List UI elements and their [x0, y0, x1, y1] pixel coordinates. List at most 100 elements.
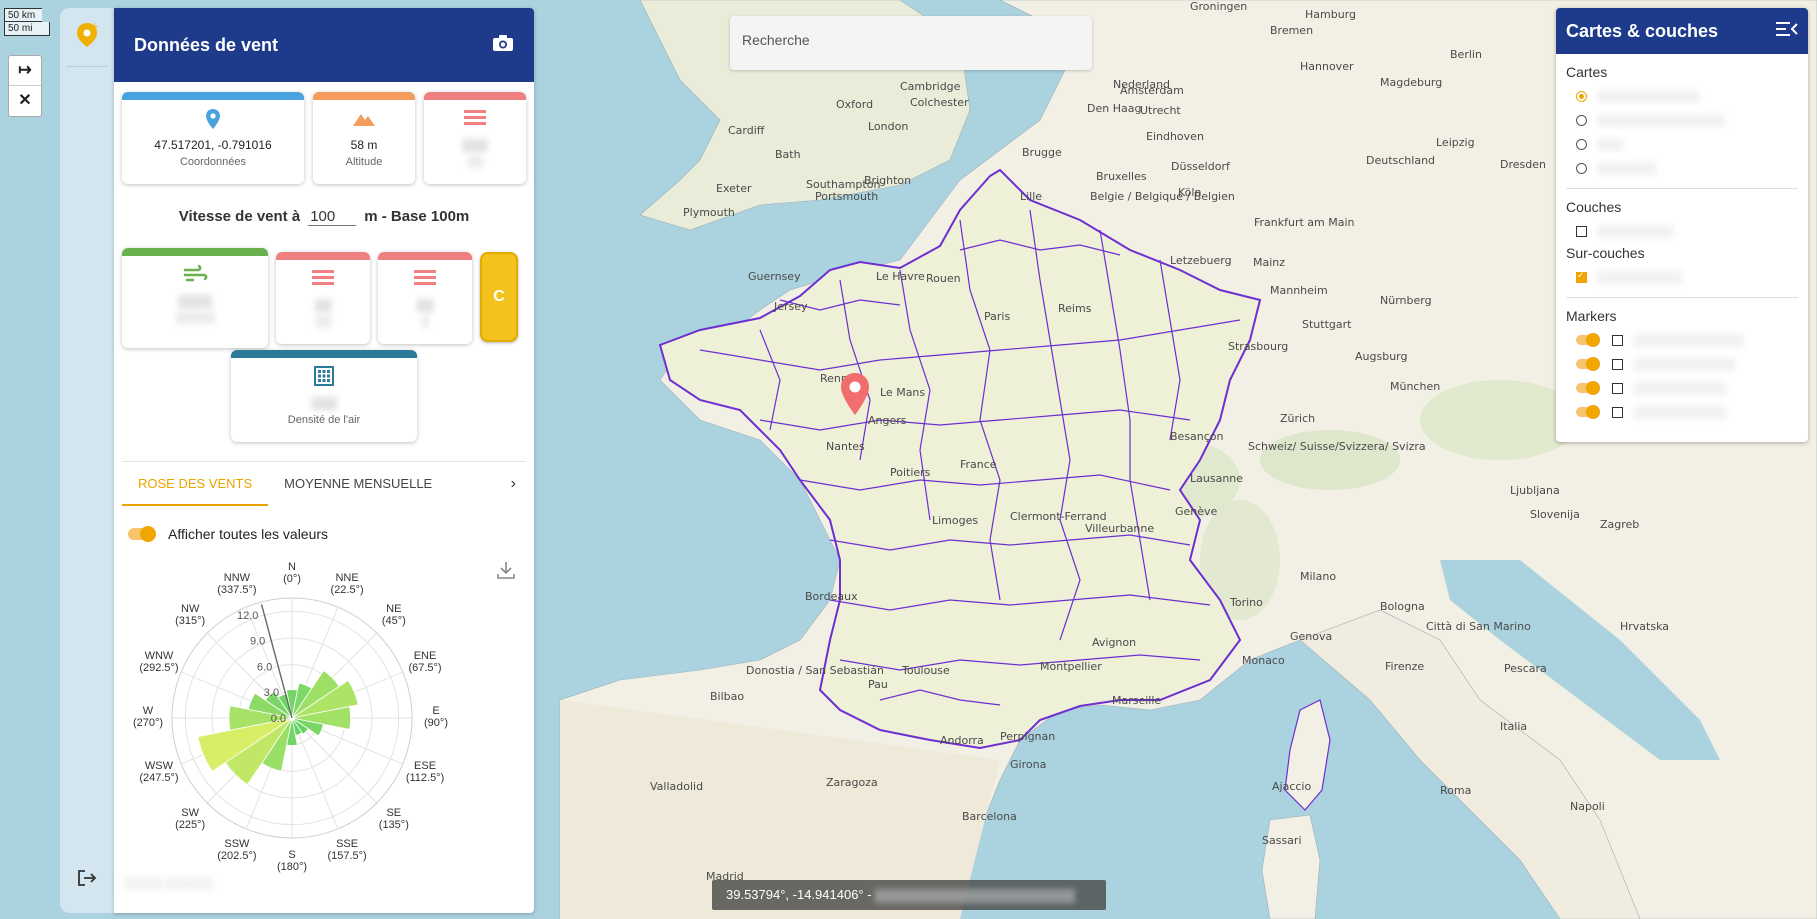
marker-option[interactable]: ░░░░░░░░░░░░░ — [1566, 328, 1798, 352]
checkbox[interactable] — [1612, 382, 1623, 394]
blurred-label: ░░░░░░░ — [1597, 161, 1657, 175]
marker-toggle[interactable] — [1576, 405, 1600, 419]
map-label: Rouen — [926, 272, 961, 285]
hidden-metric-card[interactable]: ░░░ ░░ — [424, 92, 526, 184]
map-label: Leipzig — [1436, 136, 1475, 149]
layers-section-title: Couches — [1566, 199, 1622, 215]
layers-header: Cartes & couches — [1556, 8, 1808, 54]
map-label: München — [1390, 380, 1441, 393]
map-label: London — [868, 120, 909, 133]
radio[interactable] — [1576, 138, 1587, 150]
map-label: Stuttgart — [1302, 318, 1352, 331]
direction-label: NE (45°) — [382, 603, 406, 627]
tab-monthly-average[interactable]: MOYENNE MENSUELLE — [268, 462, 448, 506]
map-label: Hannover — [1300, 60, 1354, 73]
direction-label: SSE (157.5°) — [327, 838, 366, 862]
direction-label: E (90°) — [424, 705, 448, 729]
camera-icon[interactable] — [492, 34, 514, 57]
overlays-section-title: Sur-couches — [1566, 245, 1645, 261]
checkbox-checked[interactable] — [1576, 270, 1587, 283]
radio[interactable] — [1576, 114, 1587, 126]
hidden-metric-card[interactable]: ░░ ░░ — [276, 252, 370, 344]
marker-toggle[interactable] — [1576, 357, 1600, 371]
chevron-right-icon[interactable]: › — [511, 475, 516, 493]
checkbox[interactable] — [1576, 225, 1587, 237]
add-pin-icon[interactable]: + — [76, 22, 99, 48]
map-label: Bremen — [1270, 24, 1314, 37]
blurred-label: ░░░░░ — [175, 312, 215, 324]
tab-wind-rose[interactable]: ROSE DES VENTS — [122, 462, 269, 506]
blurred-value: ░░░ — [462, 138, 488, 152]
location-marker-icon[interactable] — [840, 372, 870, 421]
show-all-values-toggle[interactable] — [128, 526, 156, 542]
map-label: Strasbourg — [1228, 340, 1289, 353]
speed-suffix: m - Base 100m — [364, 208, 470, 225]
checkbox[interactable] — [1612, 358, 1623, 370]
expand-panel-button[interactable]: ↦ — [9, 56, 41, 86]
wind-class-letter: C — [493, 288, 505, 305]
direction-label: NNW (337.5°) — [217, 572, 256, 596]
close-panel-button[interactable]: ✕ — [9, 86, 41, 116]
wind-speed-card[interactable]: ░░░░ ░░░░░ — [122, 248, 268, 348]
logout-icon[interactable] — [76, 868, 98, 893]
checkbox[interactable] — [1612, 334, 1623, 346]
map-label: Oxford — [836, 98, 874, 111]
map-label: Plymouth — [683, 206, 735, 219]
blurred-label: ░░ — [315, 316, 331, 328]
cursor-coordinates: 39.53794°, -14.941406° - — [712, 880, 1106, 910]
wind-class-badge[interactable]: C — [480, 252, 518, 342]
direction-label: WSW (247.5°) — [139, 760, 178, 784]
collapse-menu-icon[interactable] — [1776, 21, 1798, 42]
blurred-label: ░ — [421, 316, 429, 328]
map-option[interactable]: ░░░░░░░ — [1566, 156, 1798, 180]
map-label: Perpignan — [1000, 730, 1056, 743]
blurred-label: ░░░░░░░░░░░░ — [1633, 357, 1736, 371]
height-input[interactable]: 100 — [308, 208, 357, 226]
map-label: Monaco — [1242, 654, 1285, 667]
map-option[interactable]: ░░░░░░░░░░░░░░░ — [1566, 108, 1798, 132]
altitude-card[interactable]: 58 m Altitude — [313, 92, 415, 184]
map-option[interactable]: ░░░░░░░░░░░░ — [1566, 84, 1798, 108]
rail-divider — [66, 66, 108, 67]
marker-option[interactable]: ░░░░░░░░░░░░ — [1566, 352, 1798, 376]
map-label: Schweiz/ Suisse/Svizzera/ Svizra — [1248, 440, 1426, 453]
blurred-label: ░░░░░░░░░░░░░ — [1633, 333, 1744, 347]
map-label: Düsseldorf — [1171, 160, 1230, 173]
marker-option[interactable]: ░░░░░░░░░░░ — [1566, 400, 1798, 424]
direction-label: N (0°) — [283, 561, 301, 585]
map-label: Hrvatska — [1620, 620, 1670, 633]
blurred-label — [875, 888, 1076, 903]
search-input[interactable]: Recherche — [730, 16, 1092, 70]
maps-section-title: Cartes — [1566, 64, 1608, 80]
marker-toggle[interactable] — [1576, 333, 1600, 347]
coordinates-card[interactable]: 47.517201, -0.791016 Coordonnées — [122, 92, 304, 184]
radio-selected[interactable] — [1576, 90, 1587, 102]
checkbox[interactable] — [1612, 406, 1623, 418]
map-label: Paris — [984, 310, 1011, 323]
data-source-note: ░░░░░ ░░░░░░ — [124, 878, 213, 890]
map-label: Exeter — [716, 182, 752, 195]
maps-section: Cartes ░░░░░░░░░░░░ ░░░░░░░░░░░░░░░ ░░░ … — [1556, 64, 1808, 180]
air-density-card[interactable]: ░░░ Densité de l'air — [231, 350, 417, 442]
layer-option[interactable]: ░░░░░░░░░ — [1566, 219, 1798, 243]
map-label: Pescara — [1504, 662, 1547, 675]
map-label: Augsburg — [1355, 350, 1408, 363]
card-accent — [276, 252, 370, 260]
card-accent — [424, 92, 526, 100]
map-option[interactable]: ░░░ — [1566, 132, 1798, 156]
hidden-metric-card[interactable]: ░░ ░ — [378, 252, 472, 344]
marker-option[interactable]: ░░░░░░░░░░░ — [1566, 376, 1798, 400]
map-label: Lausanne — [1190, 472, 1244, 485]
map-label: Cambridge — [900, 80, 961, 93]
markers-section-title: Markers — [1566, 308, 1617, 324]
marker-toggle[interactable] — [1576, 381, 1600, 395]
map-label: Firenze — [1385, 660, 1425, 673]
map-label: Dresden — [1500, 158, 1546, 171]
speed-prefix: Vitesse de vent à — [178, 208, 301, 225]
overlay-option[interactable]: ░░░░░░░░░░ — [1566, 265, 1798, 289]
wind-icon — [122, 264, 268, 290]
radio[interactable] — [1576, 162, 1587, 174]
map-label: Marseille — [1112, 694, 1162, 707]
map-label: Montpellier — [1040, 660, 1102, 673]
map-label: Città di San Marino — [1426, 620, 1531, 633]
